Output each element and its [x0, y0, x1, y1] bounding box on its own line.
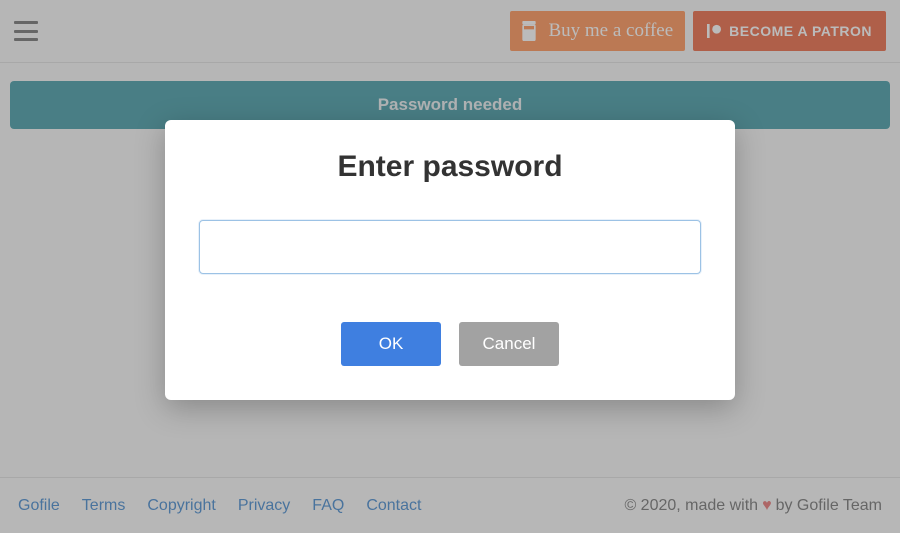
modal-actions: OK Cancel	[199, 322, 701, 366]
modal-overlay: Enter password OK Cancel	[0, 0, 900, 533]
password-input[interactable]	[199, 220, 701, 274]
ok-button[interactable]: OK	[341, 322, 441, 366]
password-modal: Enter password OK Cancel	[165, 120, 735, 400]
modal-title: Enter password	[199, 150, 701, 184]
cancel-button[interactable]: Cancel	[459, 322, 559, 366]
